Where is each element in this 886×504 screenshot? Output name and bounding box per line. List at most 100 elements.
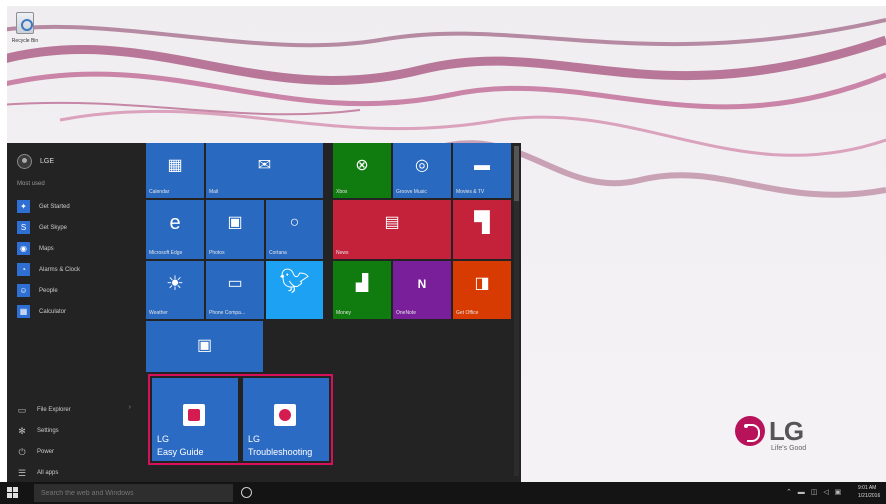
taskbar-search-box[interactable] (34, 484, 233, 502)
start-menu-left-column: LGE Most used ✦ Get Started S Get Skype … (7, 143, 143, 482)
cortana-circle-icon[interactable] (241, 487, 252, 498)
groove-music-icon: ◎ (415, 157, 429, 174)
skype-icon: S (17, 221, 30, 234)
bottom-item-label: Power (37, 448, 55, 455)
tile-get-office[interactable]: ◨ Get Office (453, 261, 511, 319)
windows-logo-icon (7, 487, 12, 492)
maps-icon: ◉ (17, 242, 30, 255)
tile-groove-music[interactable]: ◎ Groove Music (393, 143, 451, 198)
file-explorer-item[interactable]: ▭ File Explorer › (17, 399, 133, 420)
desktop-left-edge (0, 0, 7, 482)
tile-label: Photos (209, 250, 225, 256)
most-used-item-get-skype[interactable]: S Get Skype (17, 217, 80, 238)
most-used-item-get-started[interactable]: ✦ Get Started (17, 196, 80, 217)
power-icon: ⏻ (18, 446, 26, 457)
tile-label: Phone Compa... (209, 310, 246, 316)
most-used-label: Alarms & Clock (39, 266, 81, 273)
tile-flipboard[interactable]: ▜ (453, 200, 511, 259)
search-input[interactable] (34, 484, 233, 502)
phone-companion-icon: ▭ (227, 275, 243, 292)
start-bottom-list: ▭ File Explorer › ✻ Settings ⏻ Power ☰ A… (17, 399, 133, 483)
tile-label-line2: Troubleshooting (248, 447, 313, 457)
tile-news[interactable]: ▤ News (333, 200, 451, 259)
clock-time: 9:01 AM (858, 485, 877, 491)
bottom-item-label: All apps (37, 469, 59, 476)
news-icon: ▤ (384, 214, 400, 231)
clock-date: 1/21/2016 (858, 493, 881, 499)
most-used-list: ✦ Get Started S Get Skype ◉ Maps ◔ Alarm… (17, 196, 80, 322)
scrollbar-thumb[interactable] (514, 146, 519, 201)
tile-label: Calendar (149, 189, 170, 195)
tile-microsoft-edge[interactable]: e Microsoft Edge (146, 200, 204, 259)
start-scrollbar[interactable] (514, 146, 519, 476)
xbox-icon: ⊗ (355, 157, 369, 174)
taskbar-clock[interactable]: 9:01 AM 1/21/2016 (858, 484, 880, 500)
tile-label: OneNote (396, 310, 417, 316)
recycle-bin-shortcut[interactable]: Recycle Bin (8, 12, 42, 52)
tile-label: Weather (149, 310, 168, 316)
tile-weather[interactable]: ☀ Weather (146, 261, 204, 319)
most-used-item-alarms[interactable]: ◔ Alarms & Clock (17, 259, 80, 280)
lg-face-icon (735, 416, 765, 446)
tile-label-line1: LG (157, 434, 170, 444)
tile-money[interactable]: ▟ Money (333, 261, 391, 319)
most-used-label: People (39, 287, 58, 294)
onenote-icon: N (417, 277, 427, 291)
calculator-icon: ▦ (17, 305, 30, 318)
tile-label: Xbox (336, 189, 348, 195)
recycle-bin-label: Recycle Bin (11, 38, 39, 44)
tile-xbox[interactable]: ⊗ Xbox (333, 143, 391, 198)
most-used-label: Get Started (39, 203, 70, 210)
money-chart-icon: ▟ (355, 275, 369, 292)
tile-label: Movies & TV (456, 189, 485, 195)
start-button[interactable] (6, 486, 20, 500)
office-icon: ◨ (474, 275, 490, 292)
tile-label-line1: LG (248, 434, 261, 444)
user-account[interactable]: LGE (17, 153, 54, 169)
system-tray[interactable]: ⌃ ▬ ◫ ◁ ▣ (786, 488, 843, 496)
most-used-label: Get Skype (39, 224, 68, 231)
tile-twitter[interactable]: 🐦︎ (266, 261, 323, 319)
tile-lg-easy-guide[interactable]: LG Easy Guide (152, 378, 238, 461)
most-used-item-maps[interactable]: ◉ Maps (17, 238, 80, 259)
settings-item[interactable]: ✻ Settings (17, 420, 133, 441)
tile-onenote[interactable]: N OneNote (393, 261, 451, 319)
gear-icon: ✻ (18, 425, 26, 436)
tile-label: Get Office (456, 310, 479, 316)
tile-mail[interactable]: ✉ Mail (206, 143, 323, 198)
clapperboard-icon: ▬ (474, 157, 490, 174)
all-apps-item[interactable]: ☰ All apps (17, 462, 133, 483)
tile-store[interactable]: ▣ (146, 321, 263, 372)
calendar-icon: ▦ (167, 157, 183, 174)
tile-cortana[interactable]: ○ Cortana (266, 200, 323, 259)
user-name: LGE (40, 157, 55, 165)
tile-lg-troubleshooting[interactable]: LG Troubleshooting (243, 378, 329, 461)
most-used-label: Maps (39, 245, 54, 252)
power-item[interactable]: ⏻ Power (17, 441, 133, 462)
most-used-item-people[interactable]: ☺ People (17, 280, 80, 301)
cortana-icon: ○ (289, 214, 300, 231)
tile-calendar[interactable]: ▦ Calendar (146, 143, 204, 198)
alarm-icon: ◔ (17, 263, 30, 276)
chevron-right-icon[interactable]: › (129, 404, 131, 411)
lg-tagline: Life's Good (771, 445, 807, 452)
tile-phone-companion[interactable]: ▭ Phone Compa... (206, 261, 264, 319)
tile-label: Microsoft Edge (149, 250, 183, 256)
photos-icon: ▣ (227, 214, 243, 231)
most-used-label: Calculator (39, 308, 67, 315)
tile-label-line2: Easy Guide (157, 447, 204, 457)
mail-icon: ✉ (257, 157, 272, 174)
tile-label: Groove Music (396, 189, 427, 195)
recycle-bin-icon (16, 12, 34, 34)
windows-logo-icon (7, 493, 12, 498)
tile-label: News (336, 250, 349, 256)
sun-icon: ☀ (166, 273, 184, 295)
tile-photos[interactable]: ▣ Photos (206, 200, 264, 259)
lg-brand-logo: LG Life's Good (735, 414, 825, 454)
windows-logo-icon (13, 487, 18, 492)
twitter-bird-icon: 🐦︎ (279, 268, 310, 295)
most-used-item-calculator[interactable]: ▦ Calculator (17, 301, 80, 322)
taskbar: ⌃ ▬ ◫ ◁ ▣ 9:01 AM 1/21/2016 (0, 482, 886, 504)
desktop-top-edge (0, 0, 886, 6)
tile-movies-tv[interactable]: ▬ Movies & TV (453, 143, 511, 198)
